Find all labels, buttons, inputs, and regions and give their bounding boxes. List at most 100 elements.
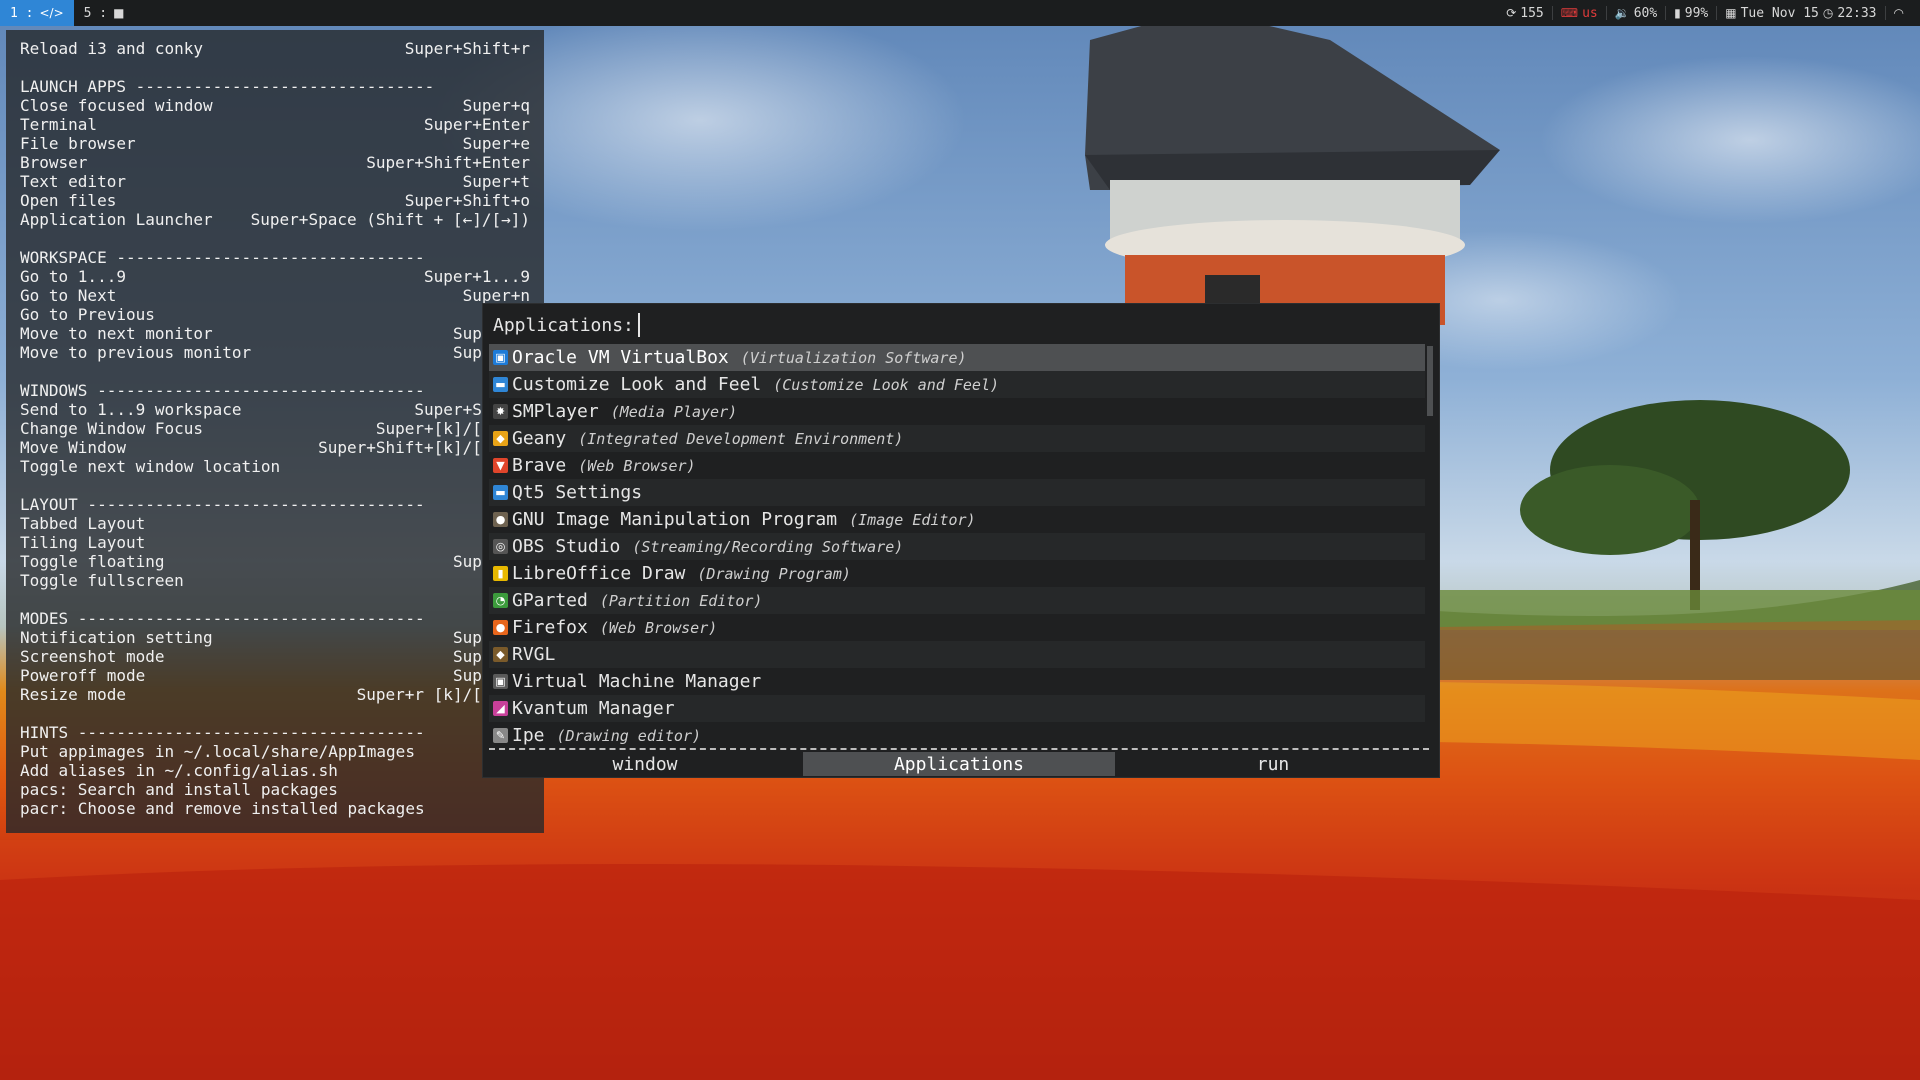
app-entry[interactable]: ▬ Customize Look and Feel (Customize Look … [489, 371, 1425, 398]
app-entry[interactable]: ▣ Virtual Machine Manager [489, 668, 1425, 695]
geany-icon: ◆ [493, 431, 508, 446]
keybinding-row: Notification settingSuper+Sh [20, 628, 530, 647]
keybinding-row: Text editor Super+t [20, 172, 530, 191]
app-name: Firefox [512, 617, 588, 638]
volume-indicator[interactable]: 🔉 60% [1607, 6, 1665, 21]
battery-level: 99% [1684, 5, 1709, 21]
workspace-5-button[interactable]: 5 : ■ [74, 0, 135, 26]
app-description: (Image Editor) [849, 510, 976, 529]
app-name: RVGL [512, 644, 556, 665]
section-heading: WORKSPACE ------------------------------… [20, 248, 425, 267]
hint-line: Add aliases in ~/.config/alias.sh [20, 761, 338, 780]
hint-line: pacs: Search and install packages [20, 780, 338, 799]
rvgl-icon: ◆ [493, 647, 508, 662]
keybinding-action: Go to Next [20, 286, 117, 305]
keybinding-action: Go to 1...9 [20, 267, 126, 286]
app-entry[interactable]: ◆ Geany (Integrated Development Environmen… [489, 425, 1425, 452]
launcher-prompt: Applications: [493, 314, 634, 336]
app-entry[interactable]: ◢ Kvantum Manager [489, 695, 1425, 722]
mode-tab-run[interactable]: run [1117, 752, 1429, 776]
launcher-scrollbar[interactable] [1427, 346, 1433, 744]
keybinding-action: Tiling Layout [20, 533, 146, 552]
keybinding-keys: Super+t [462, 172, 530, 191]
app-entry[interactable]: ● GNU Image Manipulation Program (Image Ed… [489, 506, 1425, 533]
section-heading: LAYOUT ---------------------------------… [20, 495, 425, 514]
kvantum-icon: ◢ [493, 701, 508, 716]
workspace-1-button[interactable]: 1 : </> [0, 0, 74, 26]
keybinding-keys: Super+q [462, 96, 530, 115]
network-indicator[interactable]: ◠ [1886, 6, 1912, 20]
keybinding-action: Change Window Focus [20, 419, 204, 438]
section-heading: HINTS ----------------------------------… [20, 723, 425, 742]
app-entry[interactable]: ▬ Qt5 Settings [489, 479, 1425, 506]
app-name: GParted [512, 590, 588, 611]
calendar-icon: ▦ [1725, 6, 1737, 20]
app-name: Geany [512, 428, 567, 449]
status-area: ⟳ 155 ⌨ us 🔉 60% ▮ 99% ▦ Tue Nov 15 ◷ 22… [1498, 0, 1920, 26]
keybinding-row: Terminal Super+Enter [20, 115, 530, 134]
keybinding-action: Screenshot mode [20, 647, 165, 666]
keybinding-action: Notification setting [20, 628, 213, 647]
virt-manager-icon: ▣ [493, 674, 508, 689]
keybinding-action: Toggle floating [20, 552, 165, 571]
app-entry[interactable]: ▣ Oracle VM VirtualBox (Virtualization Sof… [489, 344, 1425, 371]
app-entry[interactable]: ◎ OBS Studio (Streaming/Recording Software… [489, 533, 1425, 560]
application-list: ▣ Oracle VM VirtualBox (Virtualization Sof… [489, 344, 1425, 749]
workspace-label: 5 : [83, 5, 108, 21]
app-description: (Drawing editor) [556, 726, 702, 745]
launcher-search-input[interactable] [637, 313, 938, 337]
app-name: Virtual Machine Manager [512, 671, 762, 692]
keybinding-row: Application Launcher Super+Space (Shift +… [20, 210, 530, 229]
keybinding-keys: Super+Shift+r [404, 39, 530, 58]
keybinding-row: File browser Super+e [20, 134, 530, 153]
keybinding-action: Close focused window [20, 96, 213, 115]
brave-icon: ▼ [493, 458, 508, 473]
app-name: Oracle VM VirtualBox [512, 347, 729, 368]
app-description: (Integrated Development Environment) [578, 429, 904, 448]
section-heading: MODES ----------------------------------… [20, 609, 425, 628]
mode-tab-applications[interactable]: Applications [803, 752, 1115, 776]
firefox-icon: ● [493, 620, 508, 635]
section-heading: LAUNCH APPS ----------------------------… [20, 77, 435, 96]
app-name: Qt5 Settings [512, 482, 643, 503]
app-entry[interactable]: ✸ SMPlayer (Media Player) [489, 398, 1425, 425]
keybinding-action: Terminal [20, 115, 98, 134]
app-name: Ipe [512, 725, 545, 746]
app-entry[interactable]: ▮ LibreOffice Draw (Drawing Program) [489, 560, 1425, 587]
gparted-icon: ◔ [493, 593, 508, 608]
app-entry[interactable]: ✎ Ipe (Drawing editor) [489, 722, 1425, 749]
virtualbox-icon: ▣ [493, 350, 508, 365]
updates-indicator[interactable]: ⟳ 155 [1498, 6, 1552, 21]
date-indicator[interactable]: ▦ Tue Nov 15 ◷ 22:33 [1717, 6, 1884, 21]
keybinding-action: Text editor [20, 172, 126, 191]
app-entry[interactable]: ▼ Brave (Web Browser) [489, 452, 1425, 479]
workspace-label: 1 : [10, 5, 34, 21]
top-status-bar: 1 : </> 5 : ■ ⟳ 155 ⌨ us 🔉 60% ▮ 99% ▦ T… [0, 0, 1920, 26]
app-description: (Partition Editor) [599, 591, 763, 610]
keyboard-layout-indicator[interactable]: ⌨ us [1553, 6, 1606, 21]
app-entry[interactable]: ● Firefox (Web Browser) [489, 614, 1425, 641]
gimp-icon: ● [493, 512, 508, 527]
keybinding-row: Reload i3 and conky Super+Shift+r [20, 39, 530, 58]
mode-tab-window[interactable]: window [489, 752, 801, 776]
hint-line: Put appimages in ~/.local/share/AppImage… [20, 742, 415, 761]
monitor-icon: ▬ [493, 377, 508, 392]
app-description: (Drawing Program) [697, 564, 851, 583]
app-entry[interactable]: ◆ RVGL [489, 641, 1425, 668]
keybinding-action: Send to 1...9 workspace [20, 400, 242, 419]
scrollbar-thumb[interactable] [1427, 346, 1433, 416]
keybinding-keys: Super+1...9 [424, 267, 530, 286]
app-name: Kvantum Manager [512, 698, 675, 719]
battery-indicator[interactable]: ▮ 99% [1666, 6, 1716, 21]
keybinding-action: Tabbed Layout [20, 514, 146, 533]
keybinding-row: Toggle floatingSuper+Sh [20, 552, 530, 571]
sync-icon: ⟳ [1506, 6, 1517, 20]
keybinding-action: Toggle fullscreen [20, 571, 184, 590]
app-entry[interactable]: ◔ GParted (Partition Editor) [489, 587, 1425, 614]
keybinding-row: Open files Super+Shift+o [20, 191, 530, 210]
app-description: (Streaming/Recording Software) [632, 537, 904, 556]
